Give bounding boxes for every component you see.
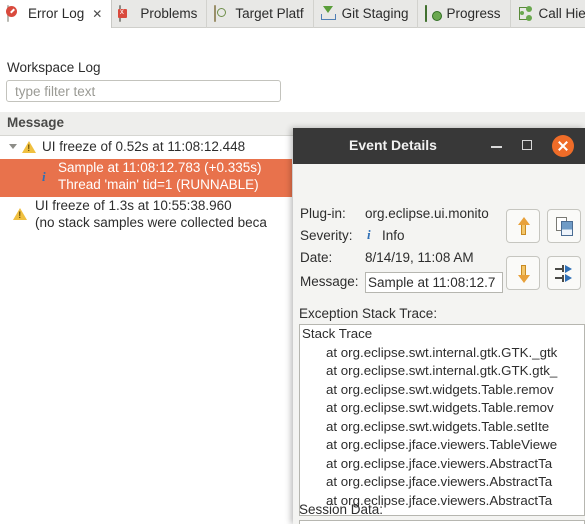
tab-label: Progress [446, 6, 501, 21]
warning-icon [13, 208, 27, 221]
tab-progress[interactable]: Progress [418, 0, 511, 28]
plugin-label: Plug-in: [300, 206, 346, 221]
log-entry-line: Thread 'main' tid=1 (RUNNABLE) [58, 177, 259, 192]
severity-value: Info [382, 228, 405, 243]
log-entry-line: Sample at 11:08:12.783 (+0.335s) [58, 160, 262, 175]
dialog-body: Plug-in: org.eclipse.ui.monito Severity:… [293, 164, 585, 524]
dialog-title: Event Details [349, 137, 437, 153]
target-platform-icon [214, 5, 230, 22]
stack-trace-line: at org.eclipse.jface.viewers.TableViewe [326, 437, 558, 452]
table-row[interactable]: i Sample at 11:08:12.783 (+0.335s) Threa… [0, 159, 292, 197]
call-hierarchy-icon [518, 6, 534, 22]
previous-event-button[interactable] [506, 209, 540, 243]
view-tab-bar: Error Log ✕ Problems Target Platf Git St… [0, 0, 585, 28]
message-label: Message: [300, 274, 359, 289]
plugin-value: org.eclipse.ui.monito [365, 206, 489, 221]
next-event-button[interactable] [506, 256, 540, 290]
maximize-button[interactable] [519, 137, 537, 155]
eclipse-error-log-view: Error Log ✕ Problems Target Platf Git St… [0, 0, 585, 524]
git-staging-icon [321, 6, 337, 22]
stack-trace-line: at org.eclipse.swt.widgets.Table.setIte [326, 418, 550, 434]
stack-trace-line: at org.eclipse.jface.viewers.AbstractTa [326, 474, 553, 489]
tab-error-log[interactable]: Error Log ✕ [0, 0, 113, 28]
tab-target-platform[interactable]: Target Platf [207, 0, 314, 28]
error-log-icon [7, 5, 23, 22]
close-button[interactable] [552, 135, 574, 157]
arrow-down-icon [516, 264, 532, 283]
date-label: Date: [300, 250, 333, 265]
severity-label: Severity: [300, 228, 353, 243]
log-entry-line: (no stack samples were collected beca [35, 215, 267, 230]
minimize-button[interactable] [488, 137, 506, 155]
stack-trace-line: at org.eclipse.swt.internal.gtk.GTK.gtk_ [326, 363, 558, 378]
stack-trace-line: at org.eclipse.swt.widgets.Table.remov [326, 400, 554, 415]
problems-icon [119, 5, 135, 22]
show-in-icon [555, 265, 575, 283]
info-icon: i [42, 169, 46, 184]
tab-label: Git Staging [341, 6, 409, 21]
tab-problems[interactable]: Problems [112, 0, 208, 28]
tab-label: Target Platf [235, 6, 304, 21]
log-entry-line: UI freeze of 1.3s at 10:55:38.960 [35, 198, 232, 213]
column-header-label: Message [7, 115, 65, 130]
session-data-label: Session Data: [299, 502, 384, 517]
tab-label: Error Log [28, 6, 85, 21]
log-entry-line: UI freeze of 0.52s at 11:08:12.448 [42, 139, 246, 154]
log-entry-tree: UI freeze of 0.52s at 11:08:12.448 i Sam… [0, 137, 292, 524]
arrow-up-icon [516, 217, 532, 236]
copy-icon [556, 217, 574, 237]
tab-git-staging[interactable]: Git Staging [314, 0, 419, 28]
date-value: 8/14/19, 11:08 AM [365, 250, 474, 265]
info-icon: i [367, 227, 371, 242]
progress-icon [425, 5, 441, 22]
stack-trace-line: at org.eclipse.swt.widgets.Table.remov [326, 381, 554, 397]
event-details-dialog: Event Details Plug-in: org.eclipse.ui.mo… [293, 128, 585, 524]
session-data-box[interactable]: eclipse.buildId=4.13.0.I20190813-1800 ja… [299, 520, 585, 524]
dialog-title-bar[interactable]: Event Details [293, 128, 585, 164]
message-field[interactable]: Sample at 11:08:12.7 [365, 272, 503, 293]
stack-trace-line: Stack Trace [302, 326, 373, 341]
workspace-log-title: Workspace Log [7, 60, 101, 75]
warning-icon [22, 141, 36, 154]
stack-trace-label: Exception Stack Trace: [299, 306, 438, 321]
table-row[interactable]: UI freeze of 0.52s at 11:08:12.448 [0, 137, 292, 159]
close-icon[interactable]: ✕ [92, 7, 102, 21]
chevron-down-icon[interactable] [9, 144, 17, 149]
filter-input[interactable] [6, 80, 281, 102]
stack-trace-line: at org.eclipse.jface.viewers.AbstractTa [326, 455, 553, 471]
show-in-button[interactable] [547, 256, 581, 290]
stack-trace-line: at org.eclipse.swt.internal.gtk.GTK._gtk [326, 344, 558, 360]
tab-label: Problems [140, 6, 198, 21]
tab-label: Call Hier [538, 6, 585, 21]
tab-call-hierarchy[interactable]: Call Hier [511, 0, 585, 28]
table-row[interactable]: UI freeze of 1.3s at 10:55:38.960 (no st… [0, 197, 292, 235]
copy-button[interactable] [547, 209, 581, 243]
stack-trace-box[interactable]: Stack Trace at org.eclipse.swt.internal.… [299, 324, 585, 516]
